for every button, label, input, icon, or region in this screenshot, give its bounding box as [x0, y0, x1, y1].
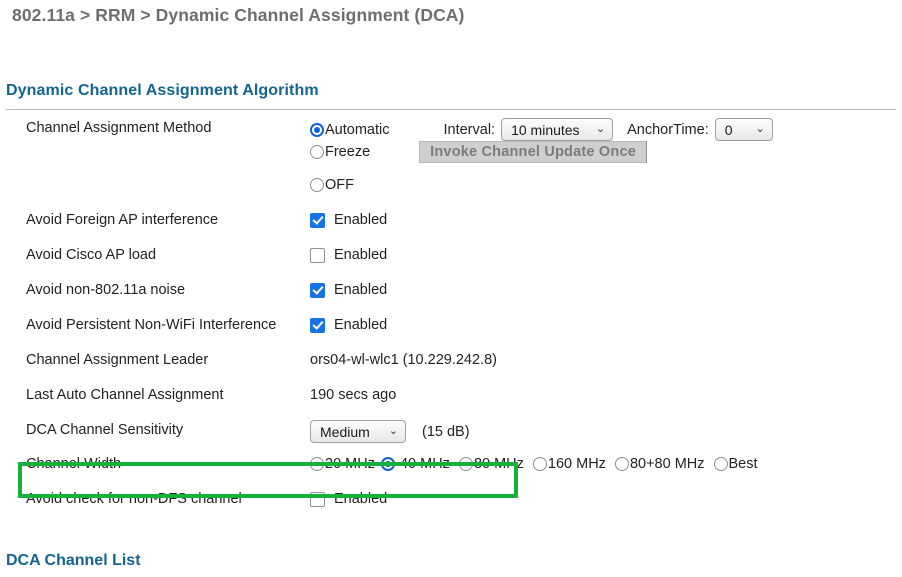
row-method-freeze: Freeze Invoke Channel Update Once — [0, 141, 902, 175]
label-avoid-non-80211a-noise: Avoid non-802.11a noise — [26, 282, 186, 298]
radio-channel-width-best-label: Best — [728, 456, 758, 472]
checkbox-avoid-cisco-ap-load-label: Enabled — [334, 247, 388, 263]
radio-channel-width-80plus80mhz[interactable]: 80+80 MHz — [614, 454, 705, 474]
checkbox-checked-icon[interactable] — [310, 317, 325, 333]
interval-label: Interval: — [443, 121, 496, 138]
checkbox-checked-icon[interactable] — [310, 282, 325, 298]
radio-channel-width-80mhz-label: 80 MHz — [473, 456, 524, 472]
checkbox-checked-icon[interactable] — [310, 212, 325, 228]
radio-channel-width-40mhz[interactable]: 40 MHz — [380, 454, 450, 474]
page-title: Dynamic Channel Assignment Algorithm — [6, 82, 319, 99]
value-dca-channel-sensitivity: Medium ⌄ (15 dB) — [310, 420, 902, 443]
value-avoid-cisco-ap-load: Enabled — [310, 245, 902, 265]
label-avoid-foreign-ap: Avoid Foreign AP interference — [26, 212, 219, 228]
row-channel-width: Channel Width 20 MHz 40 MHz 80 MHz 160 M… — [0, 454, 902, 489]
value-avoid-non-80211a-noise: Enabled — [310, 280, 902, 300]
label-avoid-persistent-non-wifi: Avoid Persistent Non-WiFi Interference — [26, 317, 277, 333]
row-avoid-check-non-dfs: Avoid check for non-DFS channel Enabled — [0, 489, 902, 524]
label-avoid-check-non-dfs: Avoid check for non-DFS channel — [26, 491, 242, 507]
radio-method-automatic-label: Automatic — [325, 121, 390, 138]
radio-40mhz-icon[interactable] — [380, 457, 395, 471]
radio-channel-width-best[interactable]: Best — [713, 454, 758, 474]
checkbox-unchecked-icon[interactable] — [310, 247, 325, 263]
radio-channel-width-80plus80mhz-label: 80+80 MHz — [629, 456, 705, 472]
row-last-auto-channel-assignment: Last Auto Channel Assignment 190 secs ag… — [0, 385, 902, 420]
label-channel-assignment-leader: Channel Assignment Leader — [26, 352, 209, 368]
dca-channel-list-title: DCA Channel List — [6, 552, 141, 569]
row-dca-channel-sensitivity: DCA Channel Sensitivity Medium ⌄ (15 dB) — [0, 420, 902, 454]
interval-select-value: 10 minutes — [511, 121, 580, 138]
checkbox-unchecked-icon[interactable] — [310, 491, 325, 507]
label-channel-assignment-method: Channel Assignment Method — [26, 120, 212, 136]
checkbox-avoid-non-80211a-noise-label: Enabled — [334, 282, 388, 298]
checkbox-avoid-persistent-non-wifi-label: Enabled — [334, 317, 388, 333]
checkbox-avoid-foreign-ap[interactable]: Enabled — [310, 210, 387, 230]
radio-method-freeze[interactable]: Freeze — [310, 142, 370, 162]
value-method-off: OFF — [310, 175, 902, 195]
dca-algorithm-form: Channel Assignment Method Automatic Inte… — [0, 118, 902, 524]
chevron-down-icon: ⌄ — [755, 123, 765, 135]
heading-divider — [6, 109, 896, 110]
row-avoid-persistent-non-wifi: Avoid Persistent Non-WiFi Interference E… — [0, 315, 902, 350]
radio-20mhz-icon[interactable] — [310, 457, 324, 471]
radio-automatic-icon[interactable] — [310, 122, 324, 137]
row-avoid-non-80211a-noise: Avoid non-802.11a noise Enabled — [0, 280, 902, 315]
radio-channel-width-160mhz-label: 160 MHz — [547, 456, 606, 472]
radio-channel-width-20mhz-label: 20 MHz — [325, 456, 375, 472]
row-avoid-cisco-ap-load: Avoid Cisco AP load Enabled — [0, 245, 902, 280]
value-channel-width: 20 MHz 40 MHz 80 MHz 160 MHz 80+80 MHz B… — [310, 454, 902, 474]
radio-channel-width-40mhz-label: 40 MHz — [399, 456, 450, 472]
breadcrumb: 802.11a > RRM > Dynamic Channel Assignme… — [12, 5, 465, 25]
radio-best-icon[interactable] — [713, 457, 728, 471]
value-avoid-check-non-dfs: Enabled — [310, 489, 902, 509]
radio-method-freeze-label: Freeze — [325, 144, 371, 160]
radio-channel-width-80mhz[interactable]: 80 MHz — [458, 454, 524, 474]
anchortime-label: AnchorTime: — [627, 121, 709, 138]
label-avoid-cisco-ap-load: Avoid Cisco AP load — [26, 247, 157, 263]
invoke-channel-update-button[interactable]: Invoke Channel Update Once — [419, 141, 647, 163]
radio-off-icon[interactable] — [310, 178, 324, 192]
row-method-off: OFF — [0, 175, 902, 210]
checkbox-avoid-check-non-dfs[interactable]: Enabled — [310, 489, 387, 509]
checkbox-avoid-check-non-dfs-label: Enabled — [334, 491, 388, 507]
value-avoid-persistent-non-wifi: Enabled — [310, 315, 902, 335]
checkbox-avoid-persistent-non-wifi[interactable]: Enabled — [310, 315, 387, 335]
anchortime-select[interactable]: 0 ⌄ — [714, 118, 773, 141]
label-last-auto-channel-assignment: Last Auto Channel Assignment — [26, 387, 224, 403]
radio-method-off[interactable]: OFF — [310, 175, 354, 195]
row-channel-assignment-method: Channel Assignment Method Automatic Inte… — [0, 118, 902, 141]
row-channel-assignment-leader: Channel Assignment Leader ors04-wl-wlc1 … — [0, 350, 902, 385]
radio-freeze-icon[interactable] — [310, 145, 324, 159]
radio-80plus80mhz-icon[interactable] — [614, 457, 629, 471]
dca-sensitivity-note: (15 dB) — [422, 423, 470, 440]
radio-channel-width-20mhz[interactable]: 20 MHz — [310, 454, 375, 474]
radio-80mhz-icon[interactable] — [458, 457, 473, 471]
dca-sensitivity-select[interactable]: Medium ⌄ — [310, 420, 406, 443]
label-channel-width: Channel Width — [26, 456, 122, 472]
chevron-down-icon: ⌄ — [595, 123, 606, 135]
label-dca-channel-sensitivity: DCA Channel Sensitivity — [26, 422, 184, 438]
anchortime-select-value: 0 — [724, 121, 733, 138]
value-method-freeze: Freeze Invoke Channel Update Once — [310, 141, 902, 163]
value-last-auto-channel-assignment: 190 secs ago — [310, 387, 397, 403]
radio-160mhz-icon[interactable] — [532, 457, 547, 471]
interval-select[interactable]: 10 minutes ⌄ — [501, 118, 614, 141]
checkbox-avoid-cisco-ap-load[interactable]: Enabled — [310, 245, 387, 265]
value-avoid-foreign-ap: Enabled — [310, 210, 902, 230]
row-avoid-foreign-ap: Avoid Foreign AP interference Enabled — [0, 210, 902, 245]
radio-channel-width-160mhz[interactable]: 160 MHz — [532, 454, 606, 474]
radio-method-automatic[interactable]: Automatic — [310, 120, 389, 140]
radio-method-off-label: OFF — [325, 177, 354, 193]
checkbox-avoid-foreign-ap-label: Enabled — [334, 212, 388, 228]
chevron-down-icon: ⌄ — [388, 425, 398, 437]
value-channel-assignment-leader: ors04-wl-wlc1 (10.229.242.8) — [310, 352, 497, 368]
value-channel-assignment-method: Automatic Interval: 10 minutes ⌄ AnchorT… — [310, 118, 902, 141]
dca-sensitivity-select-value: Medium — [320, 423, 370, 440]
checkbox-avoid-non-80211a-noise[interactable]: Enabled — [310, 280, 387, 300]
